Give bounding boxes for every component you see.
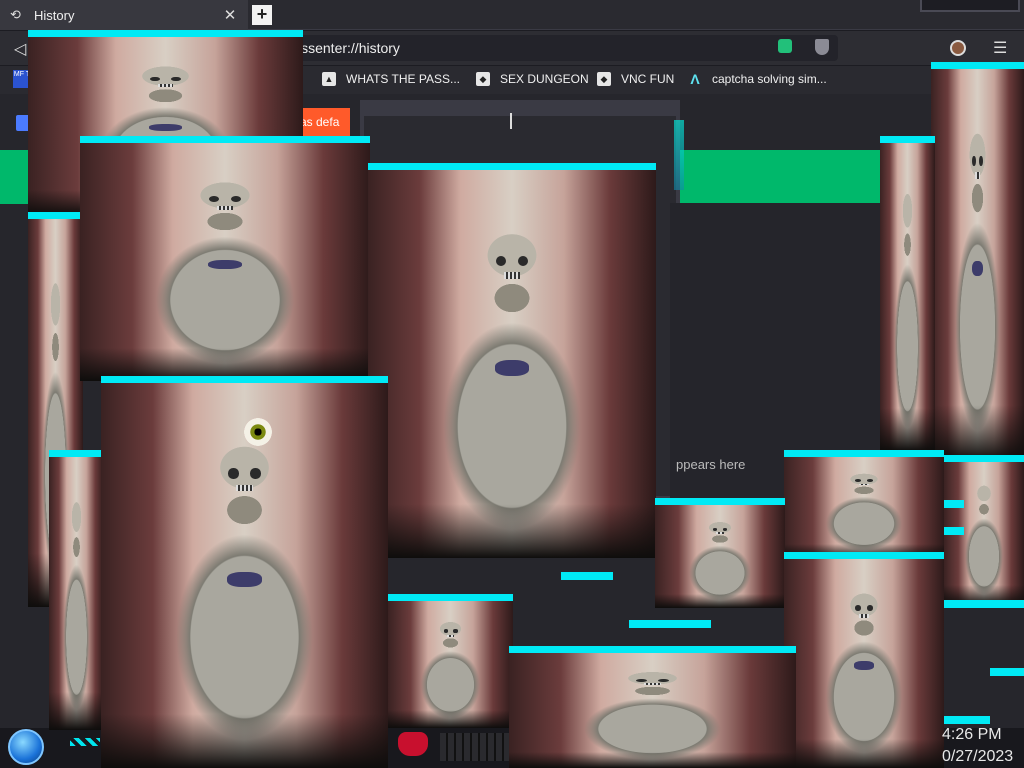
empty-history-hint: ppears here bbox=[676, 457, 746, 472]
frame-handle[interactable] bbox=[510, 113, 512, 129]
bookmark-label: captcha solving sim... bbox=[712, 72, 827, 86]
glitch-bar bbox=[944, 600, 1024, 608]
bookmark-label: VNC FUN bbox=[621, 72, 675, 86]
bookmark-icon: ◆ bbox=[476, 72, 490, 86]
close-icon[interactable]: ✕ bbox=[222, 6, 238, 24]
popup-image[interactable] bbox=[880, 136, 935, 451]
bookmark-sex-dungeon[interactable]: ◆ SEX DUNGEON bbox=[476, 72, 589, 86]
popup-image[interactable] bbox=[655, 498, 785, 608]
popup-image[interactable] bbox=[784, 552, 944, 768]
popup-image[interactable] bbox=[784, 450, 944, 558]
bookmark-vnc-fun[interactable]: ◆ VNC FUN bbox=[597, 72, 674, 86]
popup-image[interactable] bbox=[388, 594, 513, 728]
glitch-bar bbox=[561, 572, 613, 580]
eyeball-cursor-icon bbox=[244, 418, 272, 446]
tab-title: History bbox=[34, 7, 75, 23]
bull-icon[interactable] bbox=[398, 732, 428, 756]
new-tab-button[interactable]: + bbox=[252, 5, 272, 25]
piano-icon[interactable] bbox=[440, 733, 510, 761]
extension-icon[interactable] bbox=[778, 39, 792, 53]
glitch-bar bbox=[629, 620, 711, 628]
start-orb-icon[interactable] bbox=[8, 729, 44, 765]
popup-image[interactable] bbox=[931, 62, 1024, 460]
bookmark-icon: ▲ bbox=[322, 72, 336, 86]
window-corner-decoration bbox=[920, 0, 1020, 12]
popup-image[interactable] bbox=[80, 136, 370, 381]
popup-image[interactable] bbox=[368, 163, 656, 558]
tab-history[interactable]: ⟲ History ✕ bbox=[0, 0, 248, 30]
bookmark-label: SEX DUNGEON bbox=[500, 72, 589, 86]
frame-side-decoration bbox=[674, 120, 684, 190]
clock-date[interactable]: 0/27/2023 bbox=[942, 748, 1013, 766]
bookmark-icon: ◆ bbox=[597, 72, 611, 86]
menu-icon[interactable]: ☰ bbox=[993, 38, 1007, 58]
address-bar[interactable]: issenter://history bbox=[286, 35, 838, 61]
clock-time[interactable]: 4:26 PM bbox=[942, 726, 1002, 744]
bookmark-whats-the-pass[interactable]: ▲ WHATS THE PASS... bbox=[322, 72, 460, 86]
tab-strip: ⟲ History ✕ + bbox=[0, 0, 1024, 30]
bookmark-captcha-solving[interactable]: Λ captcha solving sim... bbox=[688, 71, 827, 87]
popup-image[interactable] bbox=[509, 646, 796, 768]
history-icon: ⟲ bbox=[10, 7, 21, 22]
avatar[interactable] bbox=[950, 40, 966, 56]
back-icon[interactable]: ◁ bbox=[14, 39, 26, 59]
shield-icon[interactable] bbox=[815, 39, 829, 55]
popup-image[interactable] bbox=[49, 450, 104, 730]
bookmark-label: WHATS THE PASS... bbox=[346, 72, 461, 86]
glitch-bar bbox=[944, 716, 990, 724]
bookmark-icon: Λ bbox=[690, 71, 700, 87]
glitch-bar bbox=[990, 668, 1024, 676]
glitch-bar bbox=[944, 527, 964, 535]
taskbar-decoration bbox=[70, 738, 100, 746]
glitch-bar bbox=[944, 500, 964, 508]
